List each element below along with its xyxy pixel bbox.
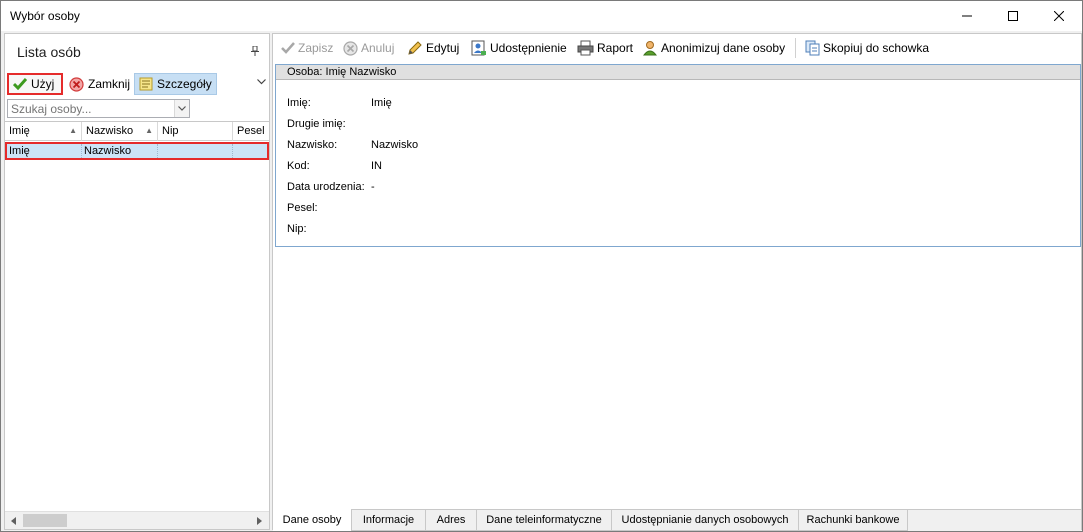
pencil-icon <box>408 41 422 55</box>
field-label-nip: Nip: <box>287 223 307 235</box>
copy-to-clipboard-button[interactable]: Skopiuj do schowka <box>805 38 929 58</box>
field-label-second-name: Drugie imię: <box>287 118 346 130</box>
field-value-code: IN <box>371 160 382 172</box>
cancel-circle-icon <box>343 40 358 56</box>
tab-rachunki-bankowe[interactable]: Rachunki bankowe <box>799 510 908 531</box>
scroll-right-icon <box>257 516 262 525</box>
edit-button[interactable]: Edytuj <box>407 38 459 58</box>
maximize-button[interactable] <box>990 1 1036 31</box>
cell-nazwisko: Nazwisko <box>82 144 158 158</box>
person-list-panel: Lista osób Użyj Zamknij Szczegóły Szukaj… <box>4 33 270 530</box>
checkmark-icon <box>281 42 295 54</box>
close-window-button[interactable] <box>1036 1 1082 31</box>
close-icon <box>1054 11 1064 21</box>
field-label-first-name: Imię: <box>287 97 311 109</box>
search-input[interactable] <box>8 100 173 117</box>
tab-informacje[interactable]: Informacje <box>352 510 426 531</box>
close-label: Zamknij <box>88 77 131 91</box>
field-value-first-name: Imię <box>371 97 392 109</box>
cell-imie: Imię <box>7 144 82 158</box>
search-combobox[interactable] <box>7 99 190 118</box>
sort-up-icon: ▲ <box>145 126 153 135</box>
minimize-icon <box>962 15 972 17</box>
person-grid: Imię ▲ Nazwisko ▲ Nip Pesel Imię Nazwisk… <box>5 121 269 511</box>
scroll-left-button[interactable] <box>5 512 22 529</box>
share-button[interactable]: Udostępnienie <box>471 38 567 58</box>
field-value-birth-date: - <box>371 181 375 193</box>
notepad-icon <box>139 77 153 91</box>
close-list-button[interactable]: Zamknij <box>65 73 134 95</box>
window-title: Wybór osoby <box>10 9 80 23</box>
column-header-imie[interactable]: Imię ▲ <box>5 122 82 141</box>
grid-header: Imię ▲ Nazwisko ▲ Nip Pesel <box>5 122 269 141</box>
list-toolbar: Użyj Zamknij Szczegóły <box>5 72 269 96</box>
window: Wybór osoby Lista osób Użyj Zamknij Szcz… <box>0 0 1083 532</box>
scroll-thumb[interactable] <box>23 514 67 527</box>
pin-icon[interactable] <box>251 46 259 56</box>
dropdown-arrow-icon <box>178 106 186 111</box>
details-label: Szczegóły <box>157 77 212 91</box>
tab-dane-osoby[interactable]: Dane osoby <box>273 509 352 531</box>
minimize-button[interactable] <box>944 1 990 31</box>
panel-header: Lista osób <box>5 34 269 70</box>
scroll-left-icon <box>11 516 16 525</box>
checkmark-icon <box>13 78 27 90</box>
printer-icon <box>577 40 594 56</box>
tab-udostepnianie[interactable]: Udostępnianie danych osobowych <box>612 510 799 531</box>
details-tabs: Dane osoby Informacje Adres Dane teleinf… <box>273 509 1081 531</box>
use-button[interactable]: Użyj <box>7 73 63 95</box>
cell-pesel <box>233 144 267 158</box>
field-label-code: Kod: <box>287 160 310 172</box>
field-value-last-name: Nazwisko <box>371 139 419 151</box>
field-label-birth-date: Data urodzenia: <box>287 181 365 193</box>
maximize-icon <box>1008 11 1018 21</box>
tab-adres[interactable]: Adres <box>426 510 477 531</box>
group-caption: Osoba: Imię Nazwisko <box>276 65 1080 80</box>
title-bar[interactable]: Wybór osoby <box>1 1 1082 31</box>
use-label: Użyj <box>31 77 55 91</box>
toolbar-separator <box>795 38 796 58</box>
sort-up-icon: ▲ <box>69 126 77 135</box>
person-details-group: Osoba: Imię Nazwisko Imię: Imię Drugie i… <box>275 64 1081 247</box>
chevron-down-icon[interactable] <box>257 79 266 85</box>
person-details-panel: Zapisz Anuluj Edytuj Udostępnienie Rapor… <box>272 33 1082 531</box>
cell-nip <box>158 144 233 158</box>
panel-title: Lista osób <box>17 44 81 60</box>
anonymize-button[interactable]: Anonimizuj dane osoby <box>642 38 785 58</box>
column-header-nazwisko[interactable]: Nazwisko ▲ <box>82 122 158 141</box>
report-button[interactable]: Raport <box>577 38 633 58</box>
anonymize-user-icon <box>642 41 658 56</box>
tab-dane-teleinformatyczne[interactable]: Dane teleinformatyczne <box>477 510 612 531</box>
details-button[interactable]: Szczegóły <box>134 73 217 95</box>
share-person-icon <box>471 40 486 56</box>
table-row[interactable]: Imię Nazwisko <box>5 142 269 160</box>
field-label-last-name: Nazwisko: <box>287 139 338 151</box>
save-button[interactable]: Zapisz <box>281 38 333 58</box>
scroll-right-button[interactable] <box>251 512 268 529</box>
column-header-pesel[interactable]: Pesel <box>233 122 269 141</box>
field-label-pesel: Pesel: <box>287 202 318 214</box>
cancel-circle-icon <box>69 76 84 92</box>
column-header-nip[interactable]: Nip <box>158 122 233 141</box>
cancel-button[interactable]: Anuluj <box>343 38 394 58</box>
copy-icon <box>805 40 820 56</box>
details-toolbar: Zapisz Anuluj Edytuj Udostępnienie Rapor… <box>273 34 1081 62</box>
search-dropdown-button[interactable] <box>174 100 189 117</box>
horizontal-scrollbar[interactable] <box>5 511 269 529</box>
